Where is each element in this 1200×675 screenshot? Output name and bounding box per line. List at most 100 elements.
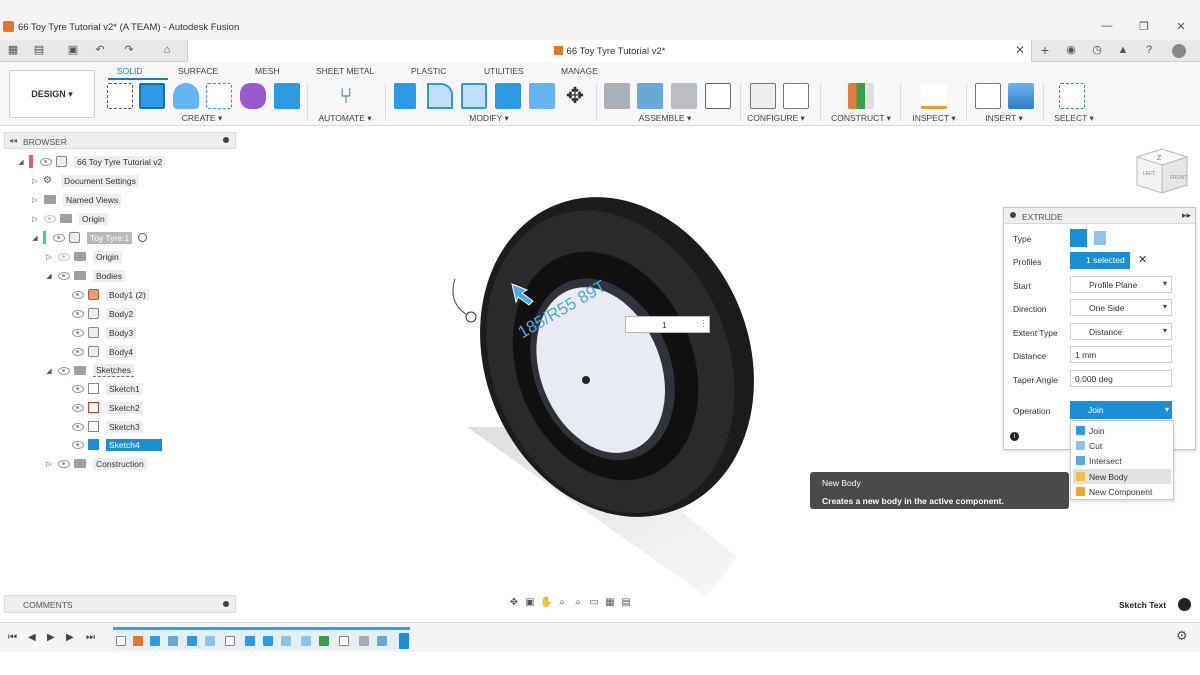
viewports-icon[interactable]: ▤ <box>620 597 632 609</box>
configure-icon[interactable] <box>750 83 776 109</box>
tab-utilities[interactable]: UTILITIES <box>484 66 524 76</box>
tree-item-body3[interactable]: Body3 <box>68 324 137 341</box>
play-icon[interactable]: ▶ <box>47 632 55 643</box>
visibility-icon[interactable] <box>58 271 70 280</box>
help-icon[interactable]: ? <box>1142 44 1156 57</box>
tree-item-named-views[interactable]: ▷ Named Views <box>30 191 122 208</box>
drag-handle-icon[interactable]: ⋮ <box>699 318 708 329</box>
tree-item-sketch4[interactable]: Sketch4 <box>68 436 162 453</box>
maximize-button[interactable]: ❐ <box>1137 20 1151 33</box>
expand-icon[interactable]: ▷ <box>30 196 40 204</box>
move-icon[interactable]: ✥ <box>562 83 588 109</box>
bill-of-materials-icon[interactable] <box>705 83 731 109</box>
timeline-marker[interactable] <box>399 633 409 649</box>
tree-item-construction[interactable]: ▷ Construction <box>44 455 147 472</box>
tab-plastic[interactable]: PLASTIC <box>411 66 446 76</box>
tree-item-origin[interactable]: ▷ Origin <box>30 210 108 227</box>
step-back-icon[interactable]: ◀ <box>28 632 36 643</box>
fillet-icon[interactable] <box>427 83 453 109</box>
tree-item-document[interactable]: ◢ 66 Toy Tyre Tutorial v2 <box>16 153 166 170</box>
inspect-menu[interactable]: INSPECT ▾ <box>902 113 966 124</box>
measure-icon[interactable] <box>921 83 947 109</box>
automate-menu[interactable]: AUTOMATE ▾ <box>313 113 377 124</box>
tree-item-sketches[interactable]: ◢ Sketches <box>44 362 134 379</box>
timeline-feature[interactable] <box>245 636 255 646</box>
visibility-icon[interactable] <box>58 252 70 261</box>
notifications-icon[interactable]: ▲ <box>1116 44 1130 57</box>
visibility-icon[interactable] <box>53 233 65 242</box>
configuration-table-icon[interactable] <box>783 83 809 109</box>
offset-plane-icon[interactable] <box>848 83 874 109</box>
timeline-feature[interactable] <box>359 636 369 646</box>
timeline-feature[interactable] <box>116 636 126 646</box>
selection-filter-icon[interactable] <box>1178 598 1191 611</box>
visibility-icon[interactable] <box>72 328 84 337</box>
type-extrude-icon[interactable] <box>1070 229 1087 247</box>
configure-menu[interactable]: CONFIGURE ▾ <box>744 113 808 124</box>
clear-selection-icon[interactable]: ✕ <box>1138 253 1147 266</box>
insert-menu[interactable]: INSERT ▾ <box>972 113 1036 124</box>
distance-dimension-input[interactable]: 1 ⋮ <box>625 316 710 333</box>
direction-select[interactable]: One Side <box>1070 299 1172 316</box>
timeline-feature[interactable] <box>301 636 311 646</box>
zoom-icon[interactable]: ⌕ <box>556 597 568 609</box>
step-forward-icon[interactable]: ▶ <box>66 632 74 643</box>
visibility-icon[interactable] <box>72 422 84 431</box>
chevron-down-icon[interactable]: ▾ <box>1165 405 1169 414</box>
info-icon[interactable]: i <box>1010 432 1019 441</box>
timeline-feature[interactable] <box>225 636 235 646</box>
tab-sheet-metal[interactable]: SHEET METAL <box>316 66 374 76</box>
visibility-icon[interactable] <box>72 403 84 412</box>
construct-menu[interactable]: CONSTRUCT ▾ <box>829 113 893 124</box>
minimize-button[interactable]: — <box>1100 20 1114 32</box>
tab-solid[interactable]: SOLID <box>117 66 143 76</box>
combine-icon[interactable] <box>495 83 521 109</box>
taper-angle-input[interactable]: 0.000 deg <box>1070 370 1172 387</box>
expand-icon[interactable]: ◢ <box>44 272 54 280</box>
expand-icon[interactable]: ▷ <box>44 253 54 261</box>
job-status-icon[interactable]: ◷ <box>1090 44 1104 57</box>
visibility-icon[interactable] <box>72 309 84 318</box>
tree-item-sketch3[interactable]: Sketch3 <box>68 418 143 435</box>
extrude-header[interactable]: EXTRUDE ▸▸ <box>1004 208 1195 224</box>
expand-icon[interactable]: ◢ <box>16 158 26 166</box>
type-thin-extrude-icon[interactable] <box>1094 231 1106 245</box>
timeline-feature[interactable] <box>133 636 143 646</box>
timeline-feature[interactable] <box>339 636 349 646</box>
grid-icon[interactable]: ▦ <box>604 597 616 609</box>
select-menu[interactable]: SELECT ▾ <box>1042 113 1106 124</box>
box-icon[interactable] <box>274 83 300 109</box>
pin-icon[interactable] <box>223 601 229 607</box>
tree-item-toy-tyre[interactable]: ◢ Toy Tyre:1 <box>30 229 148 246</box>
operation-select[interactable]: Join <box>1070 401 1172 419</box>
look-at-icon[interactable]: ▣ <box>524 597 536 609</box>
new-tab-icon[interactable]: + <box>1038 43 1052 57</box>
create-sketch-icon[interactable] <box>107 83 133 109</box>
tree-item-body4[interactable]: Body4 <box>68 343 137 360</box>
expand-icon[interactable]: ▷ <box>30 177 40 185</box>
assemble-menu[interactable]: ASSEMBLE ▾ <box>633 113 697 124</box>
expand-icon[interactable]: ◢ <box>44 367 54 375</box>
expand-dialog-icon[interactable]: ▸▸ <box>1182 210 1191 221</box>
tab-surface[interactable]: SURFACE <box>178 66 218 76</box>
create-menu[interactable]: CREATE ▾ <box>170 113 234 124</box>
pin-icon[interactable] <box>223 137 229 143</box>
timeline-feature[interactable] <box>377 636 387 646</box>
view-cube[interactable]: FRONT LEFT Z <box>1135 148 1189 194</box>
timeline-feature[interactable] <box>150 636 160 646</box>
close-tab-icon[interactable]: ✕ <box>1015 43 1025 57</box>
automate-icon[interactable]: ⑂ <box>333 83 359 109</box>
app-grid-icon[interactable]: ▦ <box>6 44 20 57</box>
extrude-icon[interactable] <box>139 83 165 109</box>
extensions-icon[interactable]: ◉ <box>1064 44 1078 57</box>
timeline-feature[interactable] <box>205 636 215 646</box>
tree-item-bodies[interactable]: ◢ Bodies <box>44 267 125 284</box>
tree-item-sketch2[interactable]: Sketch2 <box>68 399 143 416</box>
timeline-feature[interactable] <box>319 636 329 646</box>
visibility-icon[interactable] <box>58 459 70 468</box>
distance-input[interactable]: 1 mm <box>1070 346 1172 363</box>
profiles-selection[interactable]: 1 selected <box>1070 252 1130 269</box>
redo-icon[interactable]: ↷ <box>122 44 136 57</box>
visibility-icon[interactable] <box>72 384 84 393</box>
sweep-icon[interactable] <box>206 83 232 109</box>
